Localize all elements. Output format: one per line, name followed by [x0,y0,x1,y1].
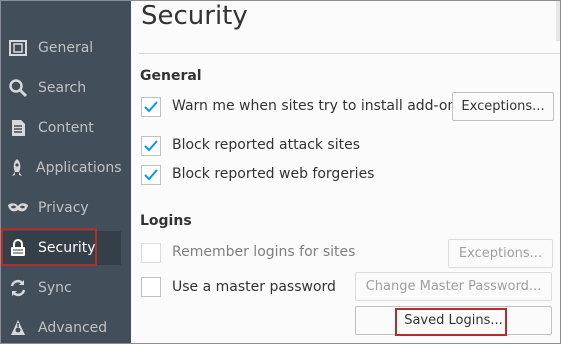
sidebar-item-applications[interactable]: Applications [1,151,122,185]
block-forgeries-label[interactable]: Block reported web forgeries [172,166,374,182]
sidebar-item-label: Sync [38,280,72,296]
remember-logins-label[interactable]: Remember logins for sites [172,244,355,260]
main-panel: Security General Warn me when sites try … [131,1,560,343]
preferences-window: General Search Content Applications Priv… [0,0,561,344]
checkmark-icon [144,169,158,181]
sidebar-item-label: General [38,40,94,56]
sidebar-item-advanced[interactable]: Advanced [1,311,121,343]
sidebar-item-label: Advanced [38,320,108,336]
scrollbar[interactable] [556,1,560,41]
master-password-label[interactable]: Use a master password [172,279,336,295]
checkmark-icon [144,140,158,152]
sidebar-item-label: Privacy [38,200,89,216]
block-attack-label[interactable]: Block reported attack sites [172,137,360,153]
sync-icon [7,277,29,299]
sidebar-item-privacy[interactable]: Privacy [1,191,121,225]
security-highlight-box [1,228,97,266]
search-icon [7,77,29,99]
master-password-checkbox[interactable] [141,277,161,297]
addons-exceptions-button[interactable]: Exceptions... [452,92,554,121]
general-icon [7,37,29,59]
general-section-heading: General [140,68,202,84]
content-icon [7,117,29,139]
warn-addons-label[interactable]: Warn me when sites try to install add-on… [172,98,464,114]
remember-logins-checkbox[interactable] [141,243,161,263]
sidebar-item-sync[interactable]: Sync [1,271,121,305]
sidebar: General Search Content Applications Priv… [1,1,131,343]
block-attack-checkbox[interactable] [141,136,161,156]
advanced-icon [7,317,29,339]
sidebar-item-content[interactable]: Content [1,111,121,145]
logins-section-heading: Logins [140,213,192,229]
sidebar-item-label: Search [38,80,87,96]
title-divider [139,53,560,54]
sidebar-item-label: Applications [36,160,122,176]
sidebar-item-general[interactable]: General [1,31,121,65]
applications-icon [7,157,27,179]
block-forgeries-checkbox[interactable] [141,165,161,185]
saved-logins-highlight-box [395,308,507,336]
page-title: Security [141,1,248,31]
change-master-password-button[interactable]: Change Master Password... [355,272,552,301]
logins-exceptions-button[interactable]: Exceptions... [448,239,553,268]
sidebar-item-label: Content [38,120,94,136]
warn-addons-checkbox[interactable] [141,97,161,117]
checkmark-icon [144,101,158,113]
sidebar-item-search[interactable]: Search [1,71,121,105]
privacy-mask-icon [7,197,29,219]
